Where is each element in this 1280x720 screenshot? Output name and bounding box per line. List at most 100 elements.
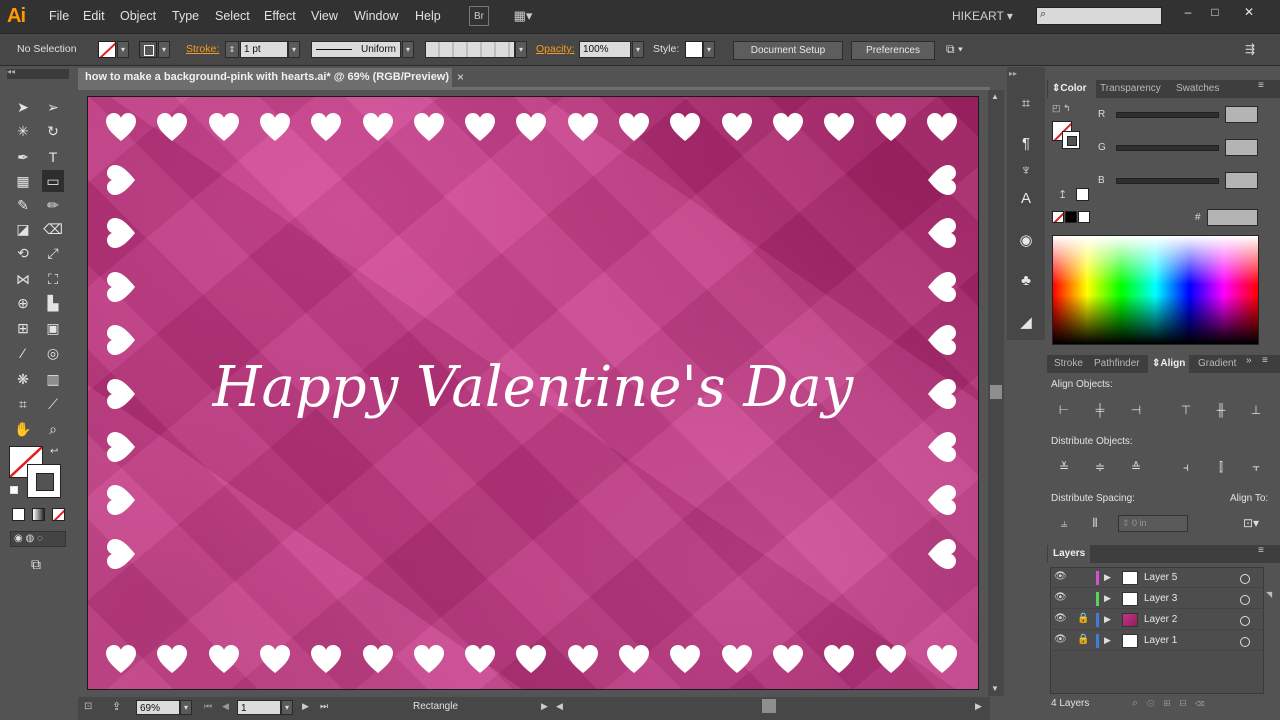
document-setup-button[interactable]: Document Setup [733, 41, 843, 60]
type-tool-icon[interactable]: T [42, 146, 64, 168]
color-spectrum[interactable] [1052, 235, 1259, 345]
distribute-hcenter-icon[interactable]: ⫿ [1212, 458, 1230, 476]
layer-visibility-icon[interactable]: 👁 [1054, 571, 1067, 582]
layers-scroll-icon[interactable]: ◥ [1266, 590, 1272, 599]
layer-target-icon[interactable] [1240, 595, 1250, 605]
prev-artboard-icon[interactable]: ◀ [222, 701, 229, 712]
white-quick-swatch[interactable] [1078, 211, 1090, 223]
minimize-icon[interactable]: – [1176, 4, 1200, 20]
drawing-modes-icon[interactable]: ◉ ◍ ◌ [10, 531, 66, 547]
tab-transparency[interactable]: Transparency [1100, 80, 1161, 98]
appearance-panel-icon[interactable]: ◉ [1013, 228, 1039, 254]
g-slider[interactable] [1116, 145, 1219, 151]
tab-color[interactable]: ⇕Color [1048, 80, 1096, 98]
scale-tool-icon[interactable]: ⤢ [42, 242, 64, 264]
rotate-tool-icon[interactable]: ⟲ [12, 242, 34, 264]
transform-panel-icon[interactable]: ⌗ [1013, 91, 1039, 117]
eyedropper-icon[interactable]: ⁄ [12, 342, 34, 364]
grid-tool-icon[interactable]: ▦ [12, 170, 34, 192]
gradient-tool-icon[interactable]: ▣ [42, 317, 64, 339]
align-to-selection-icon[interactable]: ⊡▾ [1238, 514, 1264, 532]
layer-expand-icon[interactable]: ▶ [1104, 593, 1111, 604]
style-dropdown[interactable]: ▾ [703, 41, 715, 58]
layer-lock-icon[interactable]: 🔒 [1077, 634, 1089, 645]
last-color-swatch[interactable] [1076, 188, 1089, 201]
gradient-panel-icon[interactable]: ◢ [1013, 310, 1039, 336]
align-vcenter-icon[interactable]: ╫ [1212, 401, 1230, 419]
close-icon[interactable]: ✕ [1237, 4, 1261, 20]
paintbrush-icon[interactable]: ✎ [12, 194, 34, 216]
fill-swatch[interactable] [98, 41, 116, 58]
distribute-left-icon[interactable]: ⫞ [1177, 458, 1195, 476]
layer-target-icon[interactable] [1240, 574, 1250, 584]
graphic-style-swatch[interactable] [685, 41, 703, 58]
g-value-field[interactable] [1225, 139, 1258, 156]
brush-definition-field[interactable] [425, 41, 515, 58]
collapse-strip-icon[interactable]: ▸▸ [1009, 69, 1017, 78]
menu-select[interactable]: Select [215, 0, 250, 33]
vertical-scroll-thumb[interactable] [990, 385, 1002, 399]
none-mode-icon[interactable] [52, 508, 65, 521]
vertical-spacing-icon[interactable]: ⫨ [1055, 514, 1073, 532]
menu-file[interactable]: File [49, 0, 69, 33]
arrange-icon[interactable]: ⧉ ▾ [946, 41, 976, 58]
color-mode-icon[interactable] [12, 508, 25, 521]
spacing-value-field[interactable]: ⇕ 0 in [1118, 515, 1188, 532]
workspace-switcher[interactable]: HIKEART ▾ [952, 0, 1013, 33]
hand-tool-icon[interactable]: ✋ [12, 418, 34, 440]
perspective-grid-icon[interactable]: ▙ [42, 292, 64, 314]
align-left-icon[interactable]: ⊢ [1055, 401, 1073, 419]
layer-name[interactable]: Layer 2 [1144, 614, 1177, 625]
zoom-dropdown[interactable]: ▾ [180, 700, 192, 715]
stroke-swatch[interactable] [139, 41, 157, 58]
layer-expand-icon[interactable]: ▶ [1104, 614, 1111, 625]
stroke-dropdown-arrow[interactable]: ▾ [158, 41, 170, 58]
zoom-field[interactable]: 69% [136, 700, 180, 715]
distribute-top-icon[interactable]: ≚ [1055, 458, 1073, 476]
tab-pathfinder[interactable]: Pathfinder [1094, 355, 1140, 373]
menu-type[interactable]: Type [172, 0, 199, 33]
swap-fill-stroke-icon[interactable]: ↩ [50, 446, 58, 457]
width-tool-icon[interactable]: ⋈ [12, 268, 34, 290]
fill-dropdown-arrow[interactable]: ▾ [117, 41, 129, 58]
layer-visibility-icon[interactable]: 👁 [1054, 613, 1067, 624]
default-colors-icon[interactable] [10, 486, 18, 494]
scroll-up-icon[interactable]: ▲ [991, 92, 999, 101]
layer-visibility-icon[interactable]: 👁 [1054, 592, 1067, 603]
default-color-mini-icon[interactable]: ◰ ↰ [1052, 103, 1071, 114]
align-panel-menu-icon[interactable]: ≡ [1262, 355, 1268, 366]
pencil-icon[interactable]: ✏ [42, 194, 64, 216]
last-artboard-icon[interactable]: ⏭ [320, 701, 328, 712]
tab-align[interactable]: ⇕Align [1148, 355, 1190, 373]
layer-target-icon[interactable] [1240, 616, 1250, 626]
blend-tool-icon[interactable]: ◎ [42, 342, 64, 364]
free-transform-icon[interactable]: ⛶ [42, 268, 64, 290]
paragraph-panel-icon[interactable]: ¶ [1013, 131, 1039, 157]
profile-dropdown[interactable]: ▾ [402, 41, 414, 58]
mesh-tool-icon[interactable]: ⊞ [12, 317, 34, 339]
status-menu-icon[interactable]: ▶ [541, 701, 548, 712]
align-right-icon[interactable]: ⊣ [1127, 401, 1145, 419]
b-slider[interactable] [1116, 178, 1219, 184]
gradient-mode-icon[interactable] [32, 508, 45, 521]
control-menu-icon[interactable]: ⇶ [1245, 41, 1265, 58]
column-graph-icon[interactable]: ▥ [42, 368, 64, 390]
next-artboard-icon[interactable]: ▶ [302, 701, 309, 712]
hscroll-left-icon[interactable]: ◀ [556, 701, 563, 712]
screen-mode-icon[interactable]: ⧉ [25, 553, 47, 575]
eraser-icon[interactable]: ⌫ [42, 218, 64, 240]
distribute-bottom-icon[interactable]: ≙ [1127, 458, 1145, 476]
direct-selection-tool-icon[interactable]: ➢ [42, 96, 64, 118]
menu-effect[interactable]: Effect [264, 0, 296, 33]
align-bottom-icon[interactable]: ⊥ [1247, 401, 1265, 419]
tab-swatches[interactable]: Swatches [1176, 80, 1219, 98]
blob-brush-icon[interactable]: ◪ [12, 218, 34, 240]
tools-panel-header[interactable]: ◂◂ [7, 67, 69, 79]
document-tab[interactable]: how to make a background-pink with heart… [78, 68, 452, 87]
symbols-panel-icon[interactable]: ♣ [1013, 268, 1039, 294]
layer-target-icon[interactable] [1240, 637, 1250, 647]
shape-builder-icon[interactable]: ⊕ [12, 292, 34, 314]
layer-name[interactable]: Layer 1 [1144, 635, 1177, 646]
artboard-tool-icon[interactable]: ⌗ [12, 393, 34, 415]
menu-object[interactable]: Object [120, 0, 156, 33]
